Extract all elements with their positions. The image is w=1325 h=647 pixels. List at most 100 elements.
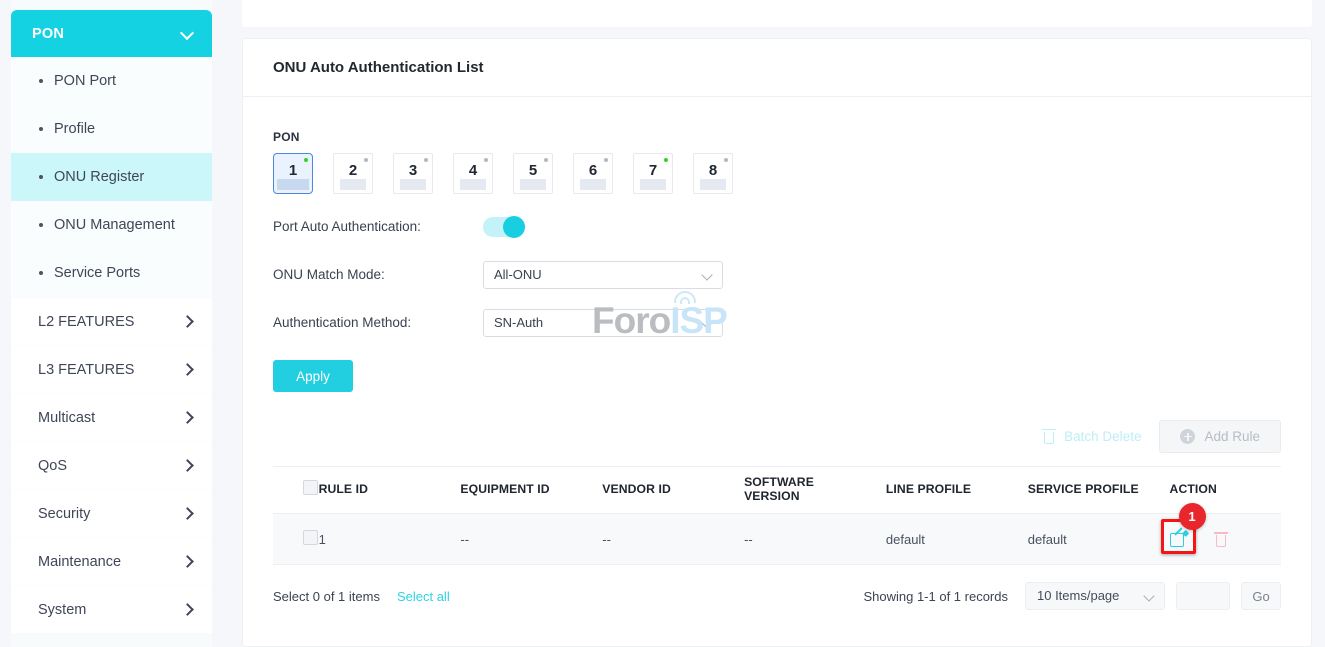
sidebar-item-onu-register[interactable]: ONU Register	[11, 153, 212, 201]
page-size-select[interactable]: 10 Items/page	[1025, 582, 1165, 610]
sidebar-item-pon-port[interactable]: PON Port	[11, 57, 212, 105]
sidebar: PON PON Port Profile ONU Register ONU Ma…	[11, 0, 212, 647]
add-rule-button[interactable]: Add Rule	[1159, 420, 1281, 453]
cell-equipment-id: --	[460, 514, 602, 565]
sidebar-item-label: QoS	[38, 458, 67, 474]
pon-port-selector: 1 2 3 4	[273, 153, 1281, 194]
row-checkbox[interactable]	[303, 530, 318, 545]
onu-match-mode-select[interactable]: All-ONU	[483, 261, 723, 289]
sidebar-item-l3-features[interactable]: L3 FEATURES	[11, 345, 212, 393]
cell-action: 1	[1170, 514, 1281, 565]
pon-port-number: 1	[274, 162, 312, 179]
header-equipment-id: EQUIPMENT ID	[460, 467, 602, 514]
chevron-right-icon	[182, 364, 194, 376]
chevron-right-icon	[182, 316, 194, 328]
chevron-right-icon	[182, 412, 194, 424]
sidebar-item-qos[interactable]: QoS	[11, 441, 212, 489]
selection-info: Select 0 of 1 items	[273, 589, 380, 604]
header-line-profile: LINE PROFILE	[886, 467, 1028, 514]
record-count: Showing 1-1 of 1 records	[863, 589, 1008, 604]
sidebar-item-profile[interactable]: Profile	[11, 105, 212, 153]
pon-selector-label: PON	[273, 130, 1281, 144]
pon-port-4[interactable]: 4	[453, 153, 493, 194]
sidebar-item-label: ONU Register	[54, 169, 144, 185]
header-vendor-id: VENDOR ID	[602, 467, 744, 514]
pon-port-number: 5	[514, 162, 552, 179]
batch-delete-label: Batch Delete	[1064, 429, 1141, 444]
header-rule-id: RULE ID	[319, 467, 461, 514]
port-base	[340, 179, 366, 190]
apply-button[interactable]: Apply	[273, 360, 353, 392]
delete-row-button[interactable]	[1214, 531, 1228, 547]
pon-port-5[interactable]: 5	[513, 153, 553, 194]
sidebar-item-multicast[interactable]: Multicast	[11, 393, 212, 441]
table-header-row: RULE ID EQUIPMENT ID VENDOR ID SOFTWARE …	[273, 467, 1281, 514]
pon-port-number: 8	[694, 162, 732, 179]
select-all-header	[273, 467, 319, 514]
top-bar	[242, 0, 1312, 27]
go-button[interactable]: Go	[1241, 582, 1281, 610]
sidebar-item-label: ONU Management	[54, 217, 175, 233]
chevron-right-icon	[182, 460, 194, 472]
pon-port-number: 2	[334, 162, 372, 179]
pon-port-2[interactable]: 2	[333, 153, 373, 194]
cell-rule-id: 1	[319, 514, 461, 565]
pon-port-7[interactable]: 7	[633, 153, 673, 194]
cell-line-profile: default	[886, 514, 1028, 565]
annotation-badge: 1	[1179, 503, 1206, 530]
batch-delete-button[interactable]: Batch Delete	[1034, 423, 1149, 451]
select-all-checkbox[interactable]	[303, 480, 318, 495]
port-base	[400, 179, 426, 190]
table-footer: Select 0 of 1 items Select all Showing 1…	[273, 581, 1281, 611]
pon-port-number: 7	[634, 162, 672, 179]
pon-port-number: 6	[574, 162, 612, 179]
pon-port-8[interactable]: 8	[693, 153, 733, 194]
page-title: ONU Auto Authentication List	[243, 39, 1311, 97]
pon-port-1[interactable]: 1	[273, 153, 313, 194]
sidebar-item-label: System	[38, 602, 86, 618]
bullet-icon	[39, 175, 43, 179]
pon-port-3[interactable]: 3	[393, 153, 433, 194]
chevron-down-icon	[703, 271, 712, 280]
port-base	[580, 179, 606, 190]
chevron-right-icon	[182, 604, 194, 616]
sidebar-item-label: Service Ports	[54, 265, 140, 281]
bullet-icon	[39, 127, 43, 131]
cell-service-profile: default	[1028, 514, 1170, 565]
bullet-icon	[39, 79, 43, 83]
table-row: 1 -- -- -- default default 1	[273, 514, 1281, 565]
sidebar-item-security[interactable]: Security	[11, 489, 212, 537]
sidebar-item-service-ports[interactable]: Service Ports	[11, 249, 212, 297]
port-base	[460, 179, 486, 190]
header-software-version: SOFTWARE VERSION	[744, 467, 886, 514]
auth-method-label: Authentication Method:	[273, 315, 483, 330]
sidebar-item-label: L3 FEATURES	[38, 362, 134, 378]
pon-port-6[interactable]: 6	[573, 153, 613, 194]
pon-port-number: 4	[454, 162, 492, 179]
port-auto-auth-toggle[interactable]	[483, 217, 525, 237]
add-rule-label: Add Rule	[1204, 429, 1260, 444]
cell-vendor-id: --	[602, 514, 744, 565]
header-service-profile: SERVICE PROFILE	[1028, 467, 1170, 514]
bullet-icon	[39, 271, 43, 275]
rules-table: RULE ID EQUIPMENT ID VENDOR ID SOFTWARE …	[273, 466, 1281, 565]
select-value: 10 Items/page	[1037, 588, 1119, 603]
sidebar-item-system[interactable]: System	[11, 585, 212, 633]
sidebar-item-onu-management[interactable]: ONU Management	[11, 201, 212, 249]
sidebar-item-label: Profile	[54, 121, 95, 137]
table-body: 1 -- -- -- default default 1	[273, 514, 1281, 565]
onu-match-mode-row: ONU Match Mode: All-ONU	[273, 259, 1281, 290]
cell-software-version: --	[744, 514, 886, 565]
pagination: Showing 1-1 of 1 records 10 Items/page G…	[863, 582, 1281, 610]
sidebar-item-l2-features[interactable]: L2 FEATURES	[11, 297, 212, 345]
edit-row-button[interactable]: 1	[1170, 531, 1187, 548]
sidebar-item-label: Multicast	[38, 410, 95, 426]
port-base	[277, 179, 309, 190]
sidebar-group-pon[interactable]: PON	[11, 10, 212, 57]
auth-method-select[interactable]: SN-Auth	[483, 309, 723, 337]
sidebar-item-maintenance[interactable]: Maintenance	[11, 537, 212, 585]
card-body: PON 1 2 3 4	[243, 130, 1311, 611]
select-all-link[interactable]: Select all	[397, 589, 450, 604]
page-jump-input[interactable]	[1176, 582, 1230, 610]
port-base	[520, 179, 546, 190]
